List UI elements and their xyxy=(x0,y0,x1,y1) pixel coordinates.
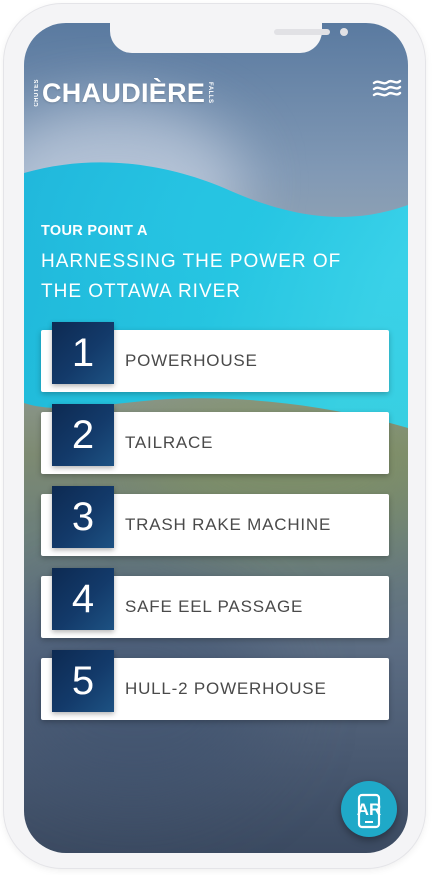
ar-button-label: AR xyxy=(357,800,382,819)
stop-number-tile: 3 xyxy=(52,486,114,548)
stop-label: HULL-2 POWERHOUSE xyxy=(125,679,327,698)
speaker-grille xyxy=(274,29,330,35)
phone-notch xyxy=(110,23,348,53)
menu-button[interactable] xyxy=(372,77,402,101)
stop-number-tile: 2 xyxy=(52,404,114,466)
tour-stop-powerhouse[interactable]: 1 POWERHOUSE xyxy=(41,322,389,392)
page-title: HARNESSING THE POWER OF THE OTTAWA RIVER xyxy=(41,251,342,302)
stop-label: TRASH RAKE MACHINE xyxy=(125,515,332,534)
logo-wordmark: CHAUDIÈRE xyxy=(42,77,206,108)
tour-header: TOUR POINT A HARNESSING THE POWER OF THE… xyxy=(41,223,381,307)
stop-label: TAILRACE xyxy=(125,433,214,452)
tour-stop-safe-eel-passage[interactable]: 4 SAFE EEL PASSAGE xyxy=(41,568,389,638)
stop-label: POWERHOUSE xyxy=(125,351,258,370)
menu-waves-icon xyxy=(372,79,402,97)
stop-number-tile: 1 xyxy=(52,322,114,384)
logo-falls-tag: FALLS xyxy=(207,82,214,104)
logo-chutes-tag: CHUTES xyxy=(34,79,40,107)
tour-stop-tailrace[interactable]: 2 TAILRACE xyxy=(41,404,389,474)
ar-button[interactable]: AR xyxy=(341,781,397,837)
stop-number-tile: 5 xyxy=(52,650,114,712)
tour-stop-trash-rake-machine[interactable]: 3 TRASH RAKE MACHINE xyxy=(41,486,389,556)
stop-number-tile: 4 xyxy=(52,568,114,630)
app-screen: CHUTES CHAUDIÈRE FALLS TOUR POINT A HARN… xyxy=(24,23,408,853)
front-camera xyxy=(340,28,348,36)
stop-label: SAFE EEL PASSAGE xyxy=(125,597,304,616)
phone-ar-icon: AR xyxy=(357,793,382,829)
tour-stop-list: 1 POWERHOUSE 2 TAILRACE 3 TRASH RAKE MAC… xyxy=(41,322,389,740)
chaudiere-falls-logo[interactable]: CHUTES CHAUDIÈRE FALLS xyxy=(34,75,213,111)
tour-stop-hull-2-powerhouse[interactable]: 5 HULL-2 POWERHOUSE xyxy=(41,650,389,720)
tour-point-label: TOUR POINT A xyxy=(41,223,148,239)
